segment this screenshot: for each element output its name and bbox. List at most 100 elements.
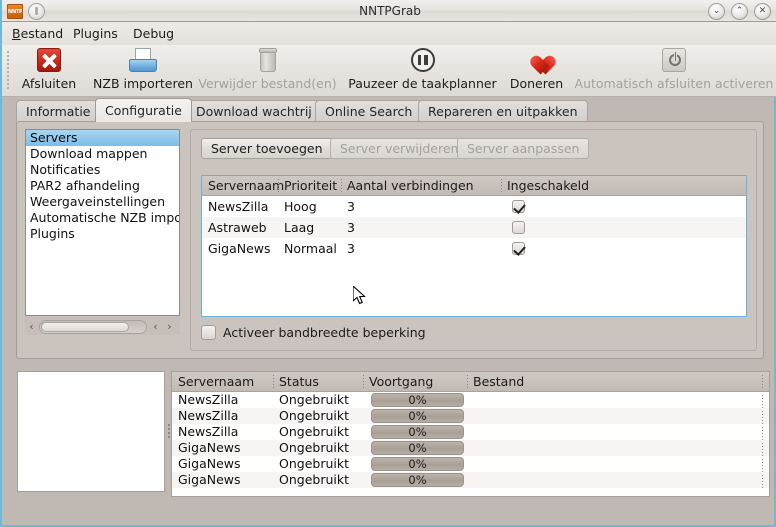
scroll-left-icon[interactable]: ‹ (25, 320, 38, 334)
list-item[interactable]: GigaNews Ongebruikt 0% (172, 456, 769, 472)
tab-informatie[interactable]: Informatie (16, 100, 100, 122)
cell-servernaam: GigaNews (172, 472, 273, 488)
toolbar-label-nzb-importeren: NZB importeren (90, 76, 196, 91)
bandwidth-limit-checkbox[interactable] (201, 325, 216, 340)
cell-bestand (467, 456, 767, 472)
cell-servernaam: NewsZilla (202, 196, 278, 217)
server-aanpassen-button[interactable]: Server aanpassen (457, 138, 589, 159)
enabled-checkbox[interactable] (512, 200, 525, 213)
menu-item-plugins[interactable]: Plugins (67, 22, 124, 45)
cell-voortgang: 0% (363, 424, 467, 440)
cell-servernaam: NewsZilla (172, 408, 273, 424)
server-verwijderen-button[interactable]: Server verwijderen (330, 138, 468, 159)
cell-servernaam: NewsZilla (172, 424, 273, 440)
enabled-checkbox[interactable] (512, 242, 525, 255)
toolbar-button-doneren[interactable]: Doneren (502, 48, 571, 96)
import-icon (90, 48, 196, 74)
sidebar-item-par2-afhandeling[interactable]: PAR2 afhandeling (26, 178, 179, 194)
cell-servernaam: GigaNews (172, 440, 273, 456)
mouse-cursor (353, 286, 367, 306)
column-header-prioriteit[interactable]: Prioriteit (278, 176, 341, 195)
pause-icon (340, 48, 505, 74)
column-header-servernaam[interactable]: Servernaam (172, 372, 273, 391)
connections-table[interactable]: Servernaam Status Voortgang Bestand News… (171, 371, 770, 497)
close-icon[interactable]: ✕ (754, 3, 771, 20)
sidebar-item-servers[interactable]: Servers (26, 130, 179, 146)
table-row[interactable]: NewsZilla Hoog 3 (202, 196, 746, 217)
column-header-voortgang[interactable]: Voortgang (363, 372, 467, 391)
sidebar-item-notificaties[interactable]: Notificaties (26, 162, 179, 178)
menu-item-bestand[interactable]: Bestand (6, 22, 69, 45)
tab-configuratie[interactable]: Configuratie (95, 98, 192, 122)
list-item[interactable]: GigaNews Ongebruikt 0% (172, 472, 769, 488)
toolbar-button-pauzeer-taakplanner[interactable]: Pauzeer de taakplanner (340, 48, 505, 96)
cell-status: Ongebruikt (273, 472, 363, 488)
toolbar: Afsluiten NZB importeren Verwijder besta… (2, 45, 776, 97)
toolbar-label-verwijder-bestanden: Verwijder bestand(en) (194, 76, 341, 91)
cell-voortgang: 0% (363, 456, 467, 472)
list-item[interactable]: NewsZilla Ongebruikt 0% (172, 424, 769, 440)
toolbar-button-verwijder-bestanden[interactable]: Verwijder bestand(en) (194, 48, 341, 96)
settings-category-panel: Servers Download mappen Notificaties PAR… (25, 129, 180, 335)
table-row[interactable]: GigaNews Normaal 3 (202, 238, 746, 259)
cell-voortgang: 0% (363, 472, 467, 488)
toolbar-button-afsluiten[interactable]: Afsluiten (10, 48, 88, 96)
window-title: NNTPGrab (2, 0, 776, 22)
column-header-aantal-verbindingen[interactable]: Aantal verbindingen (341, 176, 501, 195)
cell-servernaam: NewsZilla (172, 392, 273, 408)
cell-prioriteit: Normaal (278, 238, 341, 259)
cell-ingeschakeld (501, 196, 746, 217)
menu-item-debug[interactable]: Debug (127, 22, 180, 45)
list-item[interactable]: NewsZilla Ongebruikt 0% (172, 408, 769, 424)
scroll-right-icon[interactable]: › (163, 320, 176, 334)
menu-bar: Bestand Plugins Debug (2, 22, 776, 45)
scrollbar-track[interactable] (39, 320, 147, 334)
cell-prioriteit: Hoog (278, 196, 341, 217)
trash-icon (194, 48, 341, 74)
list-item[interactable]: NewsZilla Ongebruikt 0% (172, 392, 769, 408)
server-toevoegen-button[interactable]: Server toevoegen (201, 138, 333, 159)
progress-bar: 0% (371, 393, 464, 407)
sidebar-horizontal-scrollbar[interactable]: ‹ ‹ › (25, 319, 180, 335)
servers-settings-group: Server toevoegen Server verwijderen Serv… (190, 129, 757, 351)
sidebar-item-plugins[interactable]: Plugins (26, 226, 179, 242)
servers-table[interactable]: Servernaam Prioriteit Aantal verbindinge… (201, 175, 747, 317)
toolbar-label-doneren: Doneren (502, 76, 571, 91)
close-x-icon (10, 48, 88, 74)
cell-status: Ongebruikt (273, 424, 363, 440)
scroll-left-icon-secondary[interactable]: ‹ (149, 320, 162, 334)
table-header-row: Servernaam Prioriteit Aantal verbindinge… (202, 176, 746, 196)
column-header-servernaam[interactable]: Servernaam (202, 176, 278, 195)
cell-servernaam: Astraweb (202, 217, 278, 238)
settings-category-list[interactable]: Servers Download mappen Notificaties PAR… (25, 129, 180, 316)
sidebar-item-automatische-nzb-import[interactable]: Automatische NZB impo (26, 210, 179, 226)
column-header-status[interactable]: Status (273, 372, 363, 391)
maximize-icon[interactable]: ⌃ (731, 3, 748, 20)
cell-status: Ongebruikt (273, 456, 363, 472)
cell-servernaam: GigaNews (202, 238, 278, 259)
minimize-icon[interactable]: ⌄ (708, 3, 725, 20)
column-header-ingeschakeld[interactable]: Ingeschakeld (501, 176, 746, 195)
tab-bar: Informatie Configuratie Download wachtri… (2, 98, 776, 122)
menu-bestand-rest: estand (21, 26, 64, 41)
bandwidth-limit-label: Activeer bandbreedte beperking (223, 323, 426, 343)
tab-download-wachtrij[interactable]: Download wachtrij (186, 100, 322, 122)
cell-bestand (467, 408, 767, 424)
tab-repareren-en-uitpakken[interactable]: Repareren en uitpakken (418, 100, 588, 122)
menu-bestand-mnemonic: B (12, 26, 21, 41)
table-row[interactable]: Astraweb Laag 3 (202, 217, 746, 238)
configuratie-panel: Servers Download mappen Notificaties PAR… (16, 121, 764, 359)
cell-bestand (467, 392, 767, 408)
list-item[interactable]: GigaNews Ongebruikt 0% (172, 440, 769, 456)
enabled-checkbox[interactable] (512, 221, 525, 234)
cell-ingeschakeld (501, 217, 746, 238)
toolbar-button-automatisch-afsluiten[interactable]: Automatisch afsluiten activeren (574, 48, 774, 96)
tab-online-search[interactable]: Online Search (315, 100, 422, 122)
toolbar-label-afsluiten: Afsluiten (10, 76, 88, 91)
toolbar-button-nzb-importeren[interactable]: NZB importeren (90, 48, 196, 96)
scrollbar-thumb[interactable] (41, 322, 129, 332)
column-header-bestand[interactable]: Bestand (467, 372, 767, 391)
cell-servernaam: GigaNews (172, 456, 273, 472)
sidebar-item-download-mappen[interactable]: Download mappen (26, 146, 179, 162)
sidebar-item-weergaveinstellingen[interactable]: Weergaveinstellingen (26, 194, 179, 210)
